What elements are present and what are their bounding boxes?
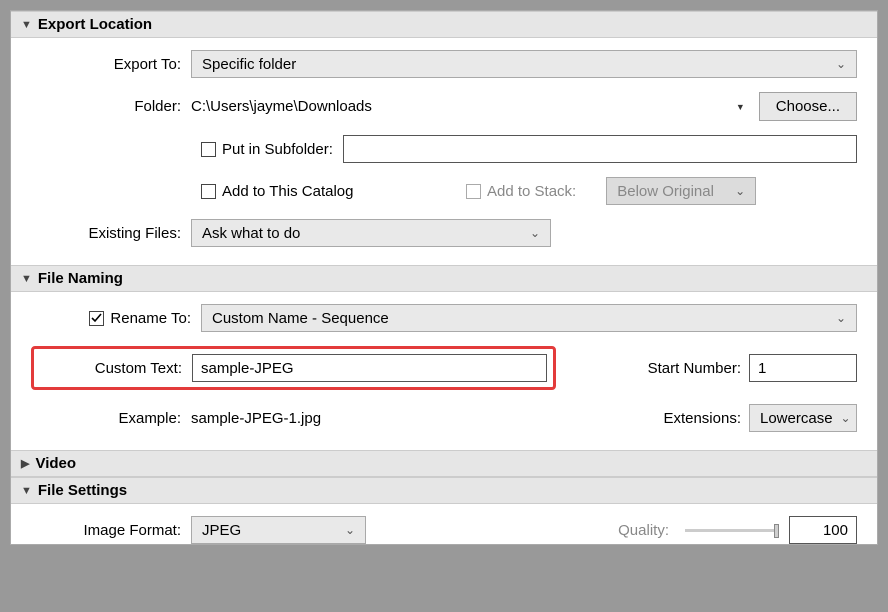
extensions-select[interactable]: Lowercase ⌄ xyxy=(749,404,857,432)
put-in-subfolder-check[interactable]: Put in Subfolder: xyxy=(201,141,333,158)
label-custom-text: Custom Text: xyxy=(40,360,192,377)
chevron-down-icon: ⌄ xyxy=(836,57,846,71)
folder-path: C:\Users\jayme\Downloads xyxy=(191,98,736,115)
checkbox-icon xyxy=(201,142,216,157)
chevron-down-icon: ⌄ xyxy=(836,311,846,325)
section-body-file-settings: Image Format: JPEG ⌄ Quality: 100 xyxy=(11,504,877,544)
triangle-down-icon: ▼ xyxy=(21,273,32,285)
slider-thumb-icon xyxy=(774,524,779,538)
chevron-down-icon: ⌄ xyxy=(530,226,540,240)
checkbox-checked-icon xyxy=(89,311,104,326)
export-to-select[interactable]: Specific folder ⌄ xyxy=(191,50,857,78)
add-to-catalog-check[interactable]: Add to This Catalog xyxy=(201,183,436,200)
label-existing-files: Existing Files: xyxy=(31,225,191,242)
choose-button[interactable]: Choose... xyxy=(759,92,857,121)
start-number-input[interactable]: 1 xyxy=(749,354,857,382)
add-to-stack-select: Below Original ⌄ xyxy=(606,177,756,205)
triangle-down-icon: ▼ xyxy=(21,19,32,31)
section-body-file-naming: Rename To: Custom Name - Sequence ⌄ Cust… xyxy=(11,292,877,450)
label-example: Example: xyxy=(31,410,191,427)
section-header-video[interactable]: ▶ Video xyxy=(11,450,877,477)
section-title: Export Location xyxy=(38,16,152,33)
label-quality: Quality: xyxy=(618,522,669,539)
section-header-export-location[interactable]: ▼ Export Location xyxy=(11,11,877,38)
label-start-number: Start Number: xyxy=(648,360,741,377)
rename-to-select[interactable]: Custom Name - Sequence ⌄ xyxy=(201,304,857,332)
section-header-file-settings[interactable]: ▼ File Settings xyxy=(11,477,877,504)
section-title: File Settings xyxy=(38,482,127,499)
chevron-down-icon: ⌄ xyxy=(345,523,355,537)
checkbox-icon xyxy=(201,184,216,199)
subfolder-input[interactable] xyxy=(343,135,857,163)
chevron-down-icon: ⌄ xyxy=(735,184,745,198)
section-title: File Naming xyxy=(38,270,123,287)
export-panel: ▼ Export Location Export To: Specific fo… xyxy=(10,10,878,545)
quality-input[interactable]: 100 xyxy=(789,516,857,544)
label-export-to: Export To: xyxy=(31,56,191,73)
triangle-down-icon: ▼ xyxy=(21,485,32,497)
existing-files-select[interactable]: Ask what to do ⌄ xyxy=(191,219,551,247)
quality-slider[interactable] xyxy=(685,529,775,532)
image-format-select[interactable]: JPEG ⌄ xyxy=(191,516,366,544)
add-to-stack-check: Add to Stack: xyxy=(466,183,576,200)
triangle-right-icon: ▶ xyxy=(21,457,29,470)
example-value: sample-JPEG-1.jpg xyxy=(191,410,663,427)
custom-text-input[interactable]: sample-JPEG xyxy=(192,354,547,382)
checkbox-icon xyxy=(466,184,481,199)
label-extensions: Extensions: xyxy=(663,410,741,427)
label-folder: Folder: xyxy=(31,98,191,115)
custom-text-highlight: Custom Text: sample-JPEG xyxy=(31,346,556,390)
section-header-file-naming[interactable]: ▼ File Naming xyxy=(11,265,877,292)
section-body-export-location: Export To: Specific folder ⌄ Folder: C:\… xyxy=(11,38,877,265)
triangle-down-icon[interactable]: ▼ xyxy=(736,102,759,112)
rename-to-check[interactable]: Rename To: xyxy=(89,310,191,327)
section-title: Video xyxy=(35,455,76,472)
chevron-down-icon: ⌄ xyxy=(841,411,851,425)
label-image-format: Image Format: xyxy=(31,522,191,539)
